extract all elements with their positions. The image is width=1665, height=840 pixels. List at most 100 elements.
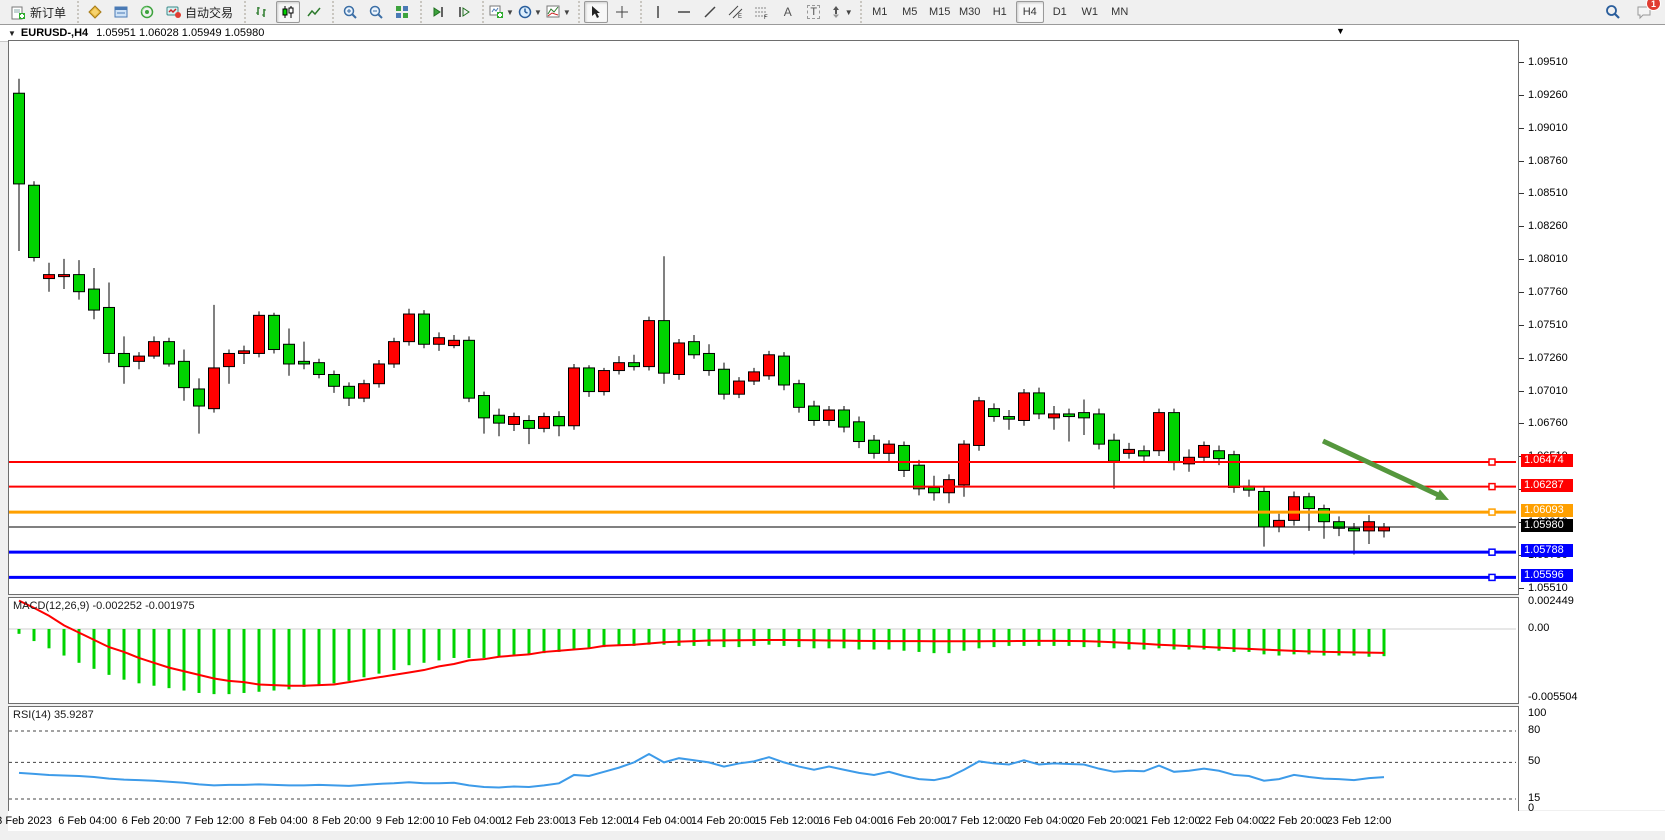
notifications-button[interactable]: 1 — [1632, 1, 1656, 23]
data-window-button[interactable] — [109, 1, 133, 23]
chart-menu-icon[interactable]: ▼ — [1336, 26, 1345, 36]
zoom-out-icon — [369, 5, 384, 20]
price-axis-tick — [1519, 226, 1524, 227]
price-axis-tick — [1519, 325, 1524, 326]
candle-body — [659, 321, 670, 374]
text-icon: A — [784, 5, 792, 19]
market-watch-button[interactable] — [83, 1, 107, 23]
timeframe-button-w1[interactable]: W1 — [1076, 1, 1104, 23]
candle-body — [1319, 509, 1330, 522]
candle-body — [1304, 497, 1315, 509]
macd-panel[interactable]: MACD(12,26,9) -0.002252 -0.001975 — [8, 597, 1519, 704]
candle-body — [479, 396, 490, 418]
timeframe-button-d1[interactable]: D1 — [1046, 1, 1074, 23]
rsi-line — [19, 754, 1384, 787]
price-axis-tick — [1519, 128, 1524, 129]
candle-body — [749, 372, 760, 381]
zoom-out-button[interactable] — [364, 1, 388, 23]
rsi-axis-label: 100 — [1528, 707, 1546, 719]
timeframe-button-m30[interactable]: M30 — [956, 1, 984, 23]
fibonacci-tool[interactable]: F — [750, 1, 774, 23]
new-order-button[interactable]: 新订单 — [6, 1, 71, 23]
candle-body — [59, 275, 70, 277]
candle-body — [1049, 414, 1060, 418]
candle-body — [914, 465, 925, 489]
channel-tool[interactable]: E — [724, 1, 748, 23]
candle-body — [1214, 451, 1225, 459]
price-axis-label: 1.08260 — [1528, 220, 1568, 232]
window-dropdown-icon[interactable]: ▼ — [8, 29, 16, 38]
horizontal-line-tool[interactable] — [672, 1, 696, 23]
time-axis-label: 14 Feb 20:00 — [691, 815, 756, 827]
candle-body — [194, 389, 205, 406]
price-axis-label: 1.07010 — [1528, 385, 1568, 397]
candle-body — [1229, 455, 1240, 488]
candle-body — [1079, 413, 1090, 418]
new-chart-button[interactable]: ▼ — [488, 1, 515, 23]
indicators-button[interactable]: ▼ — [545, 1, 572, 23]
auto-scroll-button[interactable] — [426, 1, 450, 23]
timeframe-button-h1[interactable]: H1 — [986, 1, 1014, 23]
candle-body — [644, 321, 655, 367]
notification-badge: 1 — [1646, 0, 1661, 11]
line-handle[interactable] — [1489, 574, 1495, 580]
text-tool[interactable]: A — [776, 1, 800, 23]
chart-shift-button[interactable] — [452, 1, 476, 23]
timeframe-button-m1[interactable]: M1 — [866, 1, 894, 23]
line-chart-type-button[interactable] — [302, 1, 326, 23]
price-axis-tick — [1519, 292, 1524, 293]
new-chart-icon — [489, 5, 504, 19]
candle-body — [584, 368, 595, 392]
timeframe-button-m5[interactable]: M5 — [896, 1, 924, 23]
candle-body — [359, 384, 370, 398]
trendline-tool[interactable] — [698, 1, 722, 23]
candle-body — [224, 353, 235, 366]
level-price-tag: 1.05596 — [1521, 569, 1573, 582]
timeframe-button-h4[interactable]: H4 — [1016, 1, 1044, 23]
chart-symbol-title: EURUSD-,H4 — [21, 27, 88, 39]
periods-button[interactable]: ▼ — [517, 1, 543, 23]
vertical-line-tool[interactable] — [646, 1, 670, 23]
crosshair-tool-button[interactable] — [610, 1, 634, 23]
candle-body — [344, 386, 355, 398]
price-axis-tick — [1519, 423, 1524, 424]
line-handle[interactable] — [1489, 549, 1495, 555]
level-price-tag: 1.06093 — [1521, 504, 1573, 517]
line-handle[interactable] — [1489, 459, 1495, 465]
line-handle[interactable] — [1489, 509, 1495, 515]
price-axis-tick — [1519, 358, 1524, 359]
svg-text:E: E — [738, 14, 742, 19]
price-axis-label: 1.08510 — [1528, 187, 1568, 199]
candle-body — [1364, 522, 1375, 531]
rsi-panel[interactable]: RSI(14) 35.9287 — [8, 706, 1519, 812]
time-axis-label: 20 Feb 20:00 — [1072, 815, 1137, 827]
autotrade-button[interactable]: 自动交易 — [161, 1, 238, 23]
navigator-button[interactable] — [135, 1, 159, 23]
search-button[interactable] — [1601, 1, 1625, 23]
timeframe-button-m15[interactable]: M15 — [926, 1, 954, 23]
zoom-in-button[interactable] — [338, 1, 362, 23]
candle-chart-type-button[interactable] — [276, 1, 300, 23]
time-axis-label: 20 Feb 04:00 — [1009, 815, 1074, 827]
rsi-label: RSI(14) 35.9287 — [13, 709, 94, 721]
candle-body — [1139, 451, 1150, 456]
price-chart-panel[interactable] — [8, 40, 1519, 595]
candle-body — [689, 342, 700, 355]
candle-body — [719, 369, 730, 394]
line-handle[interactable] — [1489, 484, 1495, 490]
candle-body — [374, 364, 385, 384]
candle-body — [614, 363, 625, 371]
tile-windows-button[interactable] — [390, 1, 414, 23]
text-label-tool[interactable]: T — [802, 1, 826, 23]
bar-chart-type-button[interactable] — [250, 1, 274, 23]
time-axis-label: 10 Feb 04:00 — [437, 815, 502, 827]
macd-axis-label: 0.002449 — [1528, 595, 1574, 607]
candle-body — [209, 368, 220, 409]
candle-body — [1019, 393, 1030, 421]
market-watch-icon — [88, 5, 102, 19]
time-axis-label: 14 Feb 04:00 — [627, 815, 692, 827]
cursor-tool-button[interactable] — [584, 1, 608, 23]
time-axis-label: 16 Feb 04:00 — [818, 815, 883, 827]
arrows-tool[interactable]: ▼ — [828, 1, 854, 23]
timeframe-button-mn[interactable]: MN — [1106, 1, 1134, 23]
